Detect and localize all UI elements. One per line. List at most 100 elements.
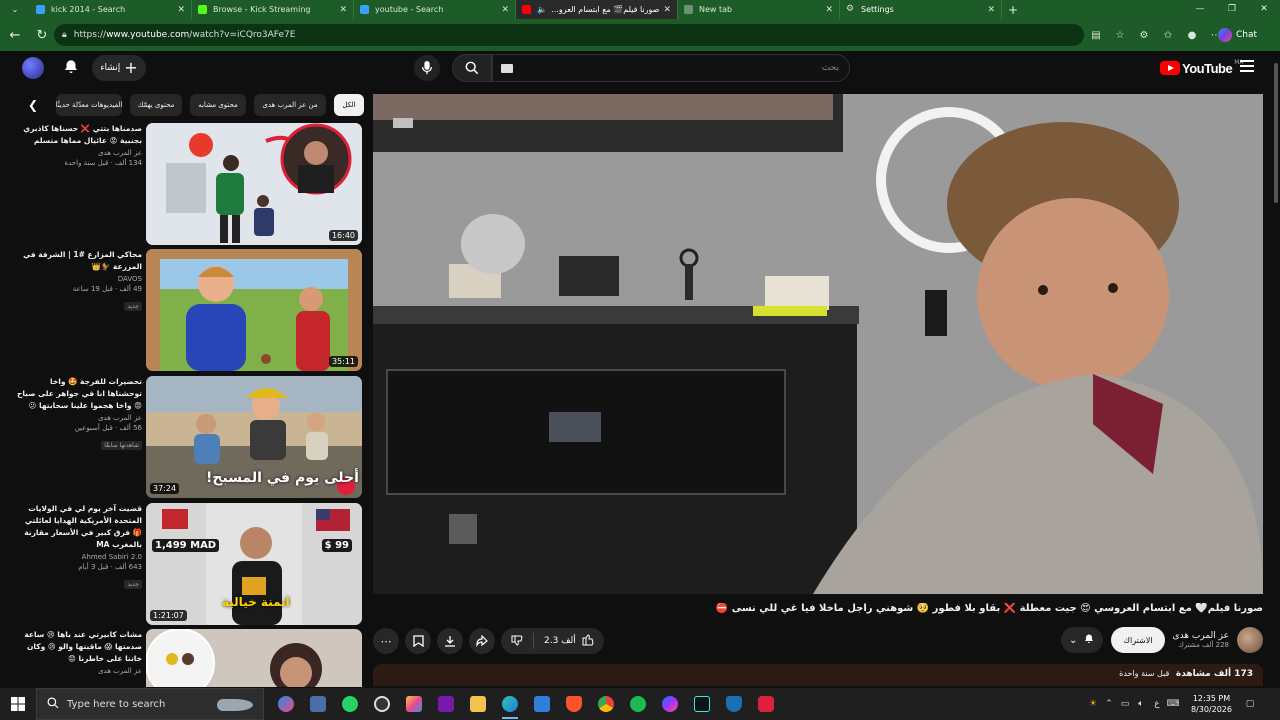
hamburger-menu-icon[interactable]: [1240, 60, 1254, 72]
more-actions-icon[interactable]: ⋯: [373, 628, 399, 654]
calculator-app-icon[interactable]: [302, 688, 334, 720]
like-icon[interactable]: [582, 633, 594, 649]
show-desktop-button[interactable]: [1258, 688, 1280, 720]
suggestion-title[interactable]: صدمناها بتتي ❌ حسناها كاذبري بجنبية 😡 عا…: [14, 123, 142, 147]
refresh-icon[interactable]: ↻: [30, 23, 54, 47]
suggestion-channel[interactable]: عز المرب هدى: [14, 414, 142, 422]
suggestion-thumbnail[interactable]: [146, 629, 362, 687]
subscribe-button[interactable]: الاشتراك: [1111, 627, 1165, 653]
media-player-app-icon[interactable]: [366, 688, 398, 720]
taskbar-search-input[interactable]: Type here to search: [36, 688, 264, 720]
volume-icon[interactable]: 🔈︎: [1133, 699, 1149, 709]
notification-settings-button[interactable]: ⌄: [1061, 627, 1104, 653]
channel-name[interactable]: عز المرب هدى: [1173, 631, 1229, 641]
channel-avatar[interactable]: [1237, 627, 1263, 653]
profile-icon[interactable]: ●: [1180, 30, 1204, 41]
dislike-icon[interactable]: [511, 634, 523, 649]
chip-all[interactable]: الكل: [334, 94, 364, 116]
whatsapp-app-icon[interactable]: [334, 688, 366, 720]
language-icon[interactable]: ع: [1149, 699, 1165, 709]
network-icon[interactable]: ▭: [1117, 699, 1133, 709]
suggestion-title[interactable]: قضيت آخر يوم لي في الولايات المتحدة الأم…: [14, 503, 142, 551]
suggestion-item-0[interactable]: صدمناها بتتي ❌ حسناها كاذبري بجنبية 😡 عا…: [14, 123, 364, 245]
tiktok-app-icon[interactable]: [686, 688, 718, 720]
suggestion-channel[interactable]: DAVOS: [14, 275, 142, 283]
browser-tab-4[interactable]: New tab ✕: [678, 0, 840, 19]
voice-search-mic-icon[interactable]: [414, 55, 440, 81]
notifications-bell-icon[interactable]: [62, 58, 80, 76]
video-player[interactable]: [373, 94, 1263, 594]
keyboard-icon[interactable]: ⌨: [1165, 699, 1181, 709]
close-tab-icon[interactable]: ✕: [663, 5, 671, 15]
back-arrow-icon[interactable]: ←: [3, 23, 27, 47]
browser-tab-2[interactable]: youtube - Search ✕: [354, 0, 516, 19]
share-icon[interactable]: [469, 628, 495, 654]
suggestion-thumbnail[interactable]: 16:40: [146, 123, 362, 245]
close-window-icon[interactable]: ✕: [1248, 0, 1280, 19]
suggestion-item-1[interactable]: محاكي المزارع #1 | الشرفة في المزرعة 🐓👑 …: [14, 249, 364, 371]
chrome-app-icon[interactable]: [590, 688, 622, 720]
keyboard-icon[interactable]: [501, 64, 513, 73]
chip-for-you[interactable]: محتوى يهمّك: [130, 94, 182, 116]
edge-app-icon[interactable]: [494, 688, 526, 720]
photos-app-icon[interactable]: [398, 688, 430, 720]
close-tab-icon[interactable]: ✕: [825, 5, 833, 15]
suggestion-thumbnail[interactable]: أحلى يوم في المسبح! 37:24: [146, 376, 362, 498]
weather-icon[interactable]: ☀: [1085, 699, 1101, 709]
new-tab-plus-icon[interactable]: +: [1002, 3, 1024, 17]
browser-tab-3-active[interactable]: 🔈 صورنا فيلم🎬 مع ابتسام العرو... ✕: [516, 0, 678, 19]
lock-icon[interactable]: 🔒︎: [62, 30, 67, 40]
restore-icon[interactable]: ❐: [1216, 0, 1248, 19]
search-icon[interactable]: [452, 54, 492, 82]
clock[interactable]: 12:35 PM 8/30/2026: [1191, 693, 1232, 715]
close-tab-icon[interactable]: ✕: [501, 5, 509, 15]
close-tab-icon[interactable]: ✕: [987, 5, 995, 15]
chips-prev-arrow-icon[interactable]: ❮: [22, 94, 44, 116]
store-app-icon[interactable]: [526, 688, 558, 720]
extensions-icon[interactable]: ⚙: [1132, 30, 1156, 41]
speaker-icon[interactable]: 🔈: [537, 5, 547, 14]
chip-recently-edited[interactable]: الفيديوهات معدّلة حديثًا: [56, 94, 122, 116]
save-bookmark-icon[interactable]: [405, 628, 431, 654]
download-icon[interactable]: [437, 628, 463, 654]
page-scrollbar[interactable]: [1272, 51, 1280, 688]
favorite-star-icon[interactable]: ☆: [1108, 30, 1132, 41]
address-input[interactable]: 🔒︎ https://www.youtube.com/watch?v=iCQro…: [54, 24, 1084, 46]
account-avatar[interactable]: [22, 57, 44, 79]
suggestion-title[interactable]: مشات كابيرتي عند باها 😢 ساعة صدمتها 😱 ما…: [14, 629, 142, 665]
reader-mode-icon[interactable]: ▤: [1084, 30, 1108, 41]
suggestion-channel[interactable]: عز المرب هدى: [14, 667, 142, 675]
spotify-app-icon[interactable]: [622, 688, 654, 720]
suggestion-title[interactable]: تحضيرات للفرجة 🤩 واخا توحشناها انا في جو…: [14, 376, 142, 412]
suggestion-channel[interactable]: Ahmed Sabiri 2.0: [14, 553, 142, 561]
onenote-app-icon[interactable]: [430, 688, 462, 720]
suggestion-channel[interactable]: عز المرب هدى: [14, 149, 142, 157]
suggestion-item-2[interactable]: تحضيرات للفرجة 🤩 واخا توحشناها انا في جو…: [14, 376, 364, 498]
notifications-icon[interactable]: ▢: [1242, 699, 1258, 709]
create-button[interactable]: إنشاء +: [92, 55, 146, 81]
description-box[interactable]: 173 ألف مشاهدة قبل سنة واحدة: [373, 664, 1263, 686]
copilot-chat-button[interactable]: Chat: [1218, 24, 1257, 46]
favorites-icon[interactable]: ✩: [1156, 30, 1180, 41]
minimize-icon[interactable]: —: [1184, 0, 1216, 19]
suggestion-thumbnail[interactable]: 35:11: [146, 249, 362, 371]
show-hidden-icons-icon[interactable]: ⌃: [1101, 699, 1117, 709]
browser-tab-5[interactable]: ⚙ Settings ✕: [840, 0, 1002, 19]
copilot-app-icon[interactable]: [270, 688, 302, 720]
chip-similar[interactable]: محتوى مشابه: [190, 94, 246, 116]
recorder-app-icon[interactable]: [750, 688, 782, 720]
chip-from-channel[interactable]: من عز المرب هدى: [254, 94, 326, 116]
youtube-logo[interactable]: YouTube MA: [1160, 59, 1243, 77]
windows-start-icon[interactable]: [0, 688, 36, 720]
close-tab-icon[interactable]: ✕: [339, 5, 347, 15]
suggestion-item-3[interactable]: قضيت آخر يوم لي في الولايات المتحدة الأم…: [14, 503, 364, 625]
messenger-app-icon[interactable]: [654, 688, 686, 720]
suggestion-item-4[interactable]: مشات كابيرتي عند باها 😢 ساعة صدمتها 😱 ما…: [14, 629, 364, 687]
file-explorer-app-icon[interactable]: [462, 688, 494, 720]
search-input[interactable]: بحث: [492, 54, 850, 82]
brave-app-icon[interactable]: [558, 688, 590, 720]
security-app-icon[interactable]: [718, 688, 750, 720]
suggestion-thumbnail[interactable]: 1,499 MAD $ 99 اتمنة خيالية 1:21:07: [146, 503, 362, 625]
browser-tab-1[interactable]: Browse - Kick Streaming ✕: [192, 0, 354, 19]
suggestion-title[interactable]: محاكي المزارع #1 | الشرفة في المزرعة 🐓👑: [14, 249, 142, 273]
